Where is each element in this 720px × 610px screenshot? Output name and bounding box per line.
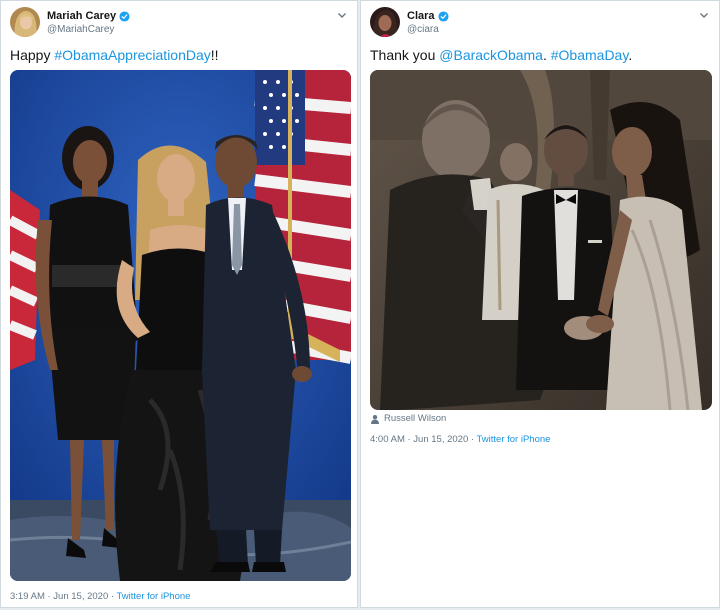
person-tag-icon xyxy=(371,414,379,424)
tweet-text: Happy #ObamaAppreciationDay!! xyxy=(10,47,219,63)
tweet-text-part: Happy xyxy=(10,47,55,63)
chevron-down-icon[interactable] xyxy=(336,9,348,21)
tweet-text-part: . xyxy=(542,47,551,63)
display-name[interactable]: Clara xyxy=(407,10,435,22)
verified-badge-icon xyxy=(437,10,449,22)
user-handle[interactable]: @MariahCarey xyxy=(47,24,114,35)
tweet-text-part: Thank you xyxy=(370,47,440,63)
avatar[interactable] xyxy=(10,7,40,37)
tweet-photo[interactable] xyxy=(370,70,712,410)
mention-link[interactable]: @BarackObama xyxy=(439,47,543,63)
tweet-text-part: !! xyxy=(210,47,219,63)
hashtag-link[interactable]: #ObamaAppreciationDay xyxy=(54,47,210,63)
tweet-card-mariah: Mariah Carey @MariahCarey Happy #ObamaAp… xyxy=(0,0,358,608)
tweet-text-part: . xyxy=(628,47,633,63)
chevron-down-icon[interactable] xyxy=(698,9,710,21)
hashtag-link[interactable]: #ObamaDay xyxy=(551,47,629,63)
tweet-text: Thank you @BarackObama. #ObamaDay. xyxy=(370,47,632,63)
timestamp-text[interactable]: 4:00 AM · Jun 15, 2020 · xyxy=(370,434,477,445)
user-handle[interactable]: @ciara xyxy=(407,24,439,35)
tweet-card-ciara: Clara @ciara Thank you @BarackObama. #Ob… xyxy=(360,0,720,608)
source-link[interactable]: Twitter for iPhone xyxy=(477,434,551,445)
tweet-photo[interactable] xyxy=(10,70,351,581)
tweet-header: Mariah Carey @MariahCarey xyxy=(10,7,348,41)
tweet-timestamp: 4:00 AM · Jun 15, 2020 · Twitter for iPh… xyxy=(370,434,550,445)
photo-tag[interactable]: Russell Wilson xyxy=(370,413,446,424)
source-link[interactable]: Twitter for iPhone xyxy=(117,591,191,602)
tweet-header: Clara @ciara xyxy=(370,7,710,41)
timestamp-text[interactable]: 3:19 AM · Jun 15, 2020 · xyxy=(10,591,117,602)
tweet-timestamp: 3:19 AM · Jun 15, 2020 · Twitter for iPh… xyxy=(10,591,190,602)
display-name[interactable]: Mariah Carey xyxy=(47,10,116,22)
verified-badge-icon xyxy=(119,10,130,22)
avatar[interactable] xyxy=(370,7,400,37)
tagged-user[interactable]: Russell Wilson xyxy=(384,413,446,424)
